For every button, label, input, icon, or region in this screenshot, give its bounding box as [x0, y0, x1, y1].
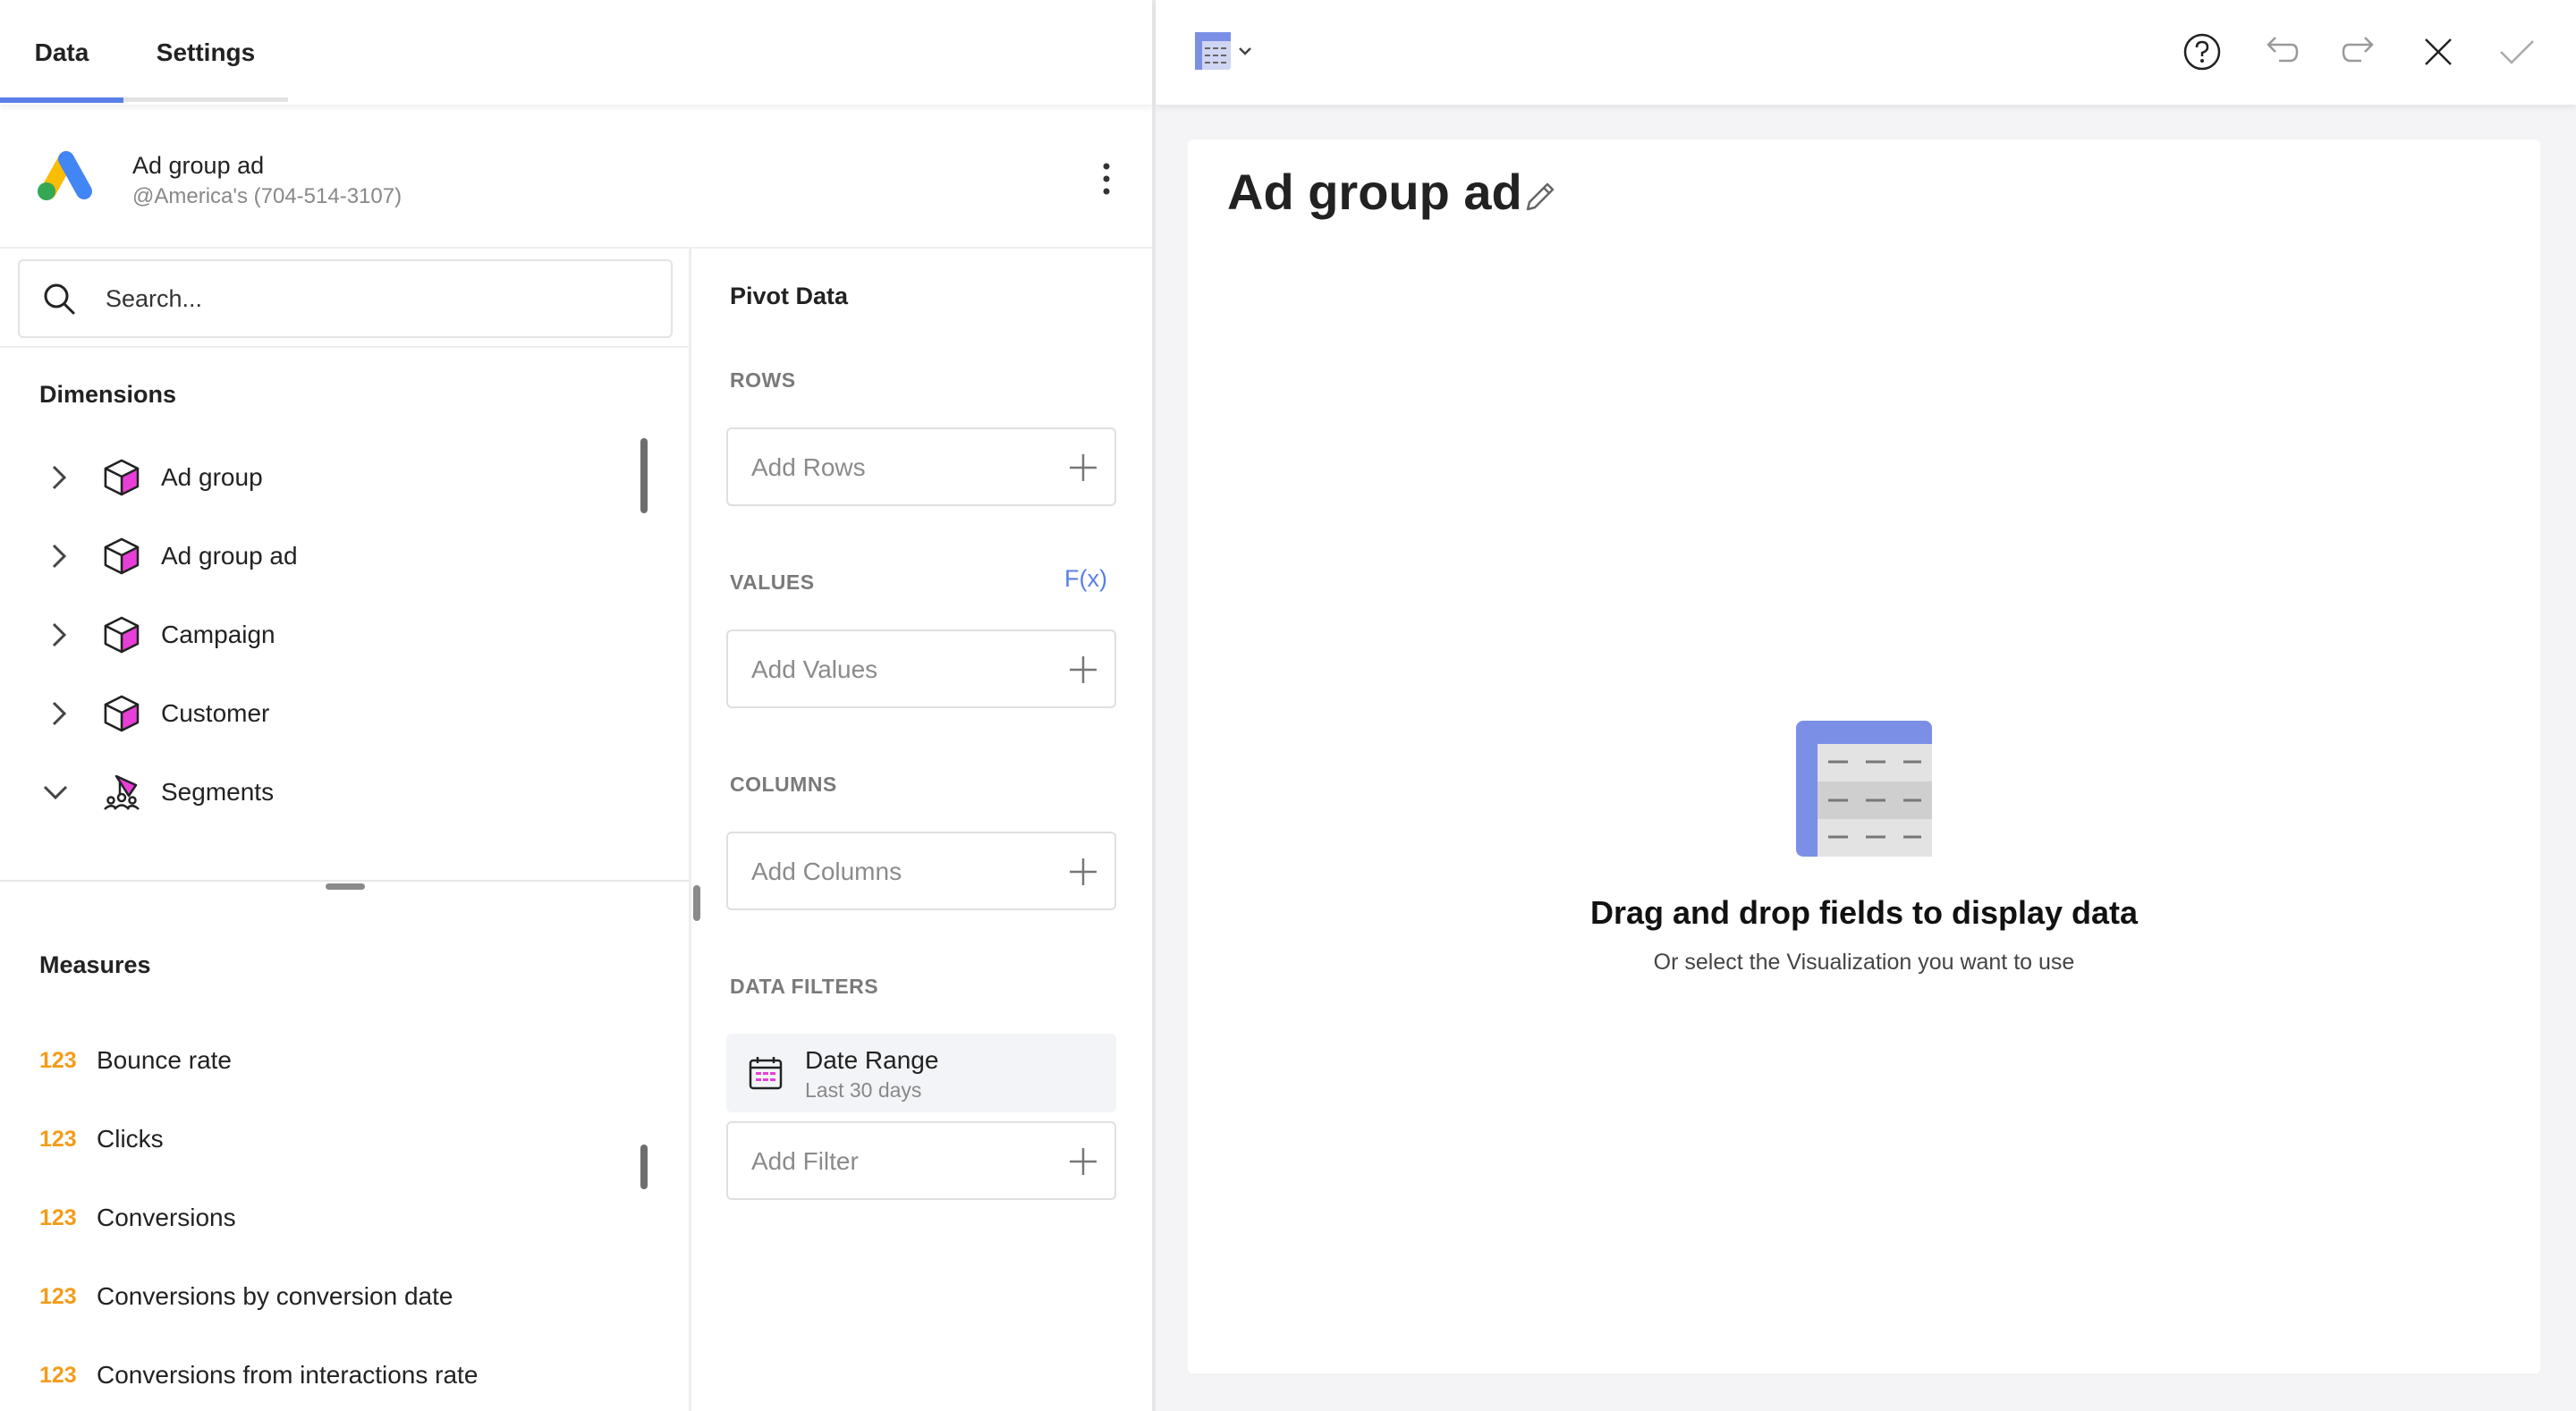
dimension-label: Segments [161, 778, 275, 806]
measure-label: Conversions [97, 1204, 236, 1231]
plus-icon[interactable] [1068, 655, 1098, 685]
chevron-right-icon[interactable] [45, 697, 72, 730]
help-icon[interactable] [2182, 32, 2222, 72]
tab-bar: Data Settings [0, 0, 1154, 105]
add-values-label: Add Values [751, 655, 878, 683]
edit-pencil-icon[interactable] [1521, 177, 1560, 216]
resize-handle[interactable] [326, 883, 365, 890]
empty-state-subtitle: Or select the Visualization you want to … [1653, 950, 2075, 975]
column-resize-handle[interactable] [693, 885, 700, 921]
add-filter-label: Add Filter [751, 1147, 859, 1175]
dimensions-heading: Dimensions [39, 381, 177, 408]
dimension-label: Ad group ad [161, 542, 298, 570]
add-filter-dropzone[interactable]: Add Filter [726, 1121, 1116, 1200]
measures-heading: Measures [39, 951, 151, 978]
redo-icon[interactable] [2340, 32, 2379, 72]
active-tab-indicator [0, 97, 123, 103]
measure-label: Bounce rate [97, 1046, 232, 1074]
numeric-type-badge: 123 [39, 1205, 77, 1230]
dimension-item-campaign[interactable]: Campaign [0, 596, 689, 674]
search-field[interactable] [18, 259, 673, 338]
numeric-type-badge: 123 [39, 1127, 77, 1152]
plus-icon[interactable] [1068, 857, 1098, 887]
data-source-title: Ad group ad [132, 152, 265, 179]
table-placeholder-icon [1796, 721, 1932, 857]
add-values-dropzone[interactable]: Add Values [726, 629, 1116, 708]
date-range-title: Date Range [805, 1046, 939, 1074]
segments-icon [104, 774, 140, 810]
chevron-down-icon[interactable] [41, 776, 68, 808]
measure-item[interactable]: 123 Conversions by conversion date [0, 1257, 689, 1336]
dimension-item-segments[interactable]: Segments [0, 753, 689, 832]
visualization-toolbar [1156, 0, 2576, 105]
date-range-filter[interactable]: Date Range Last 30 days [726, 1034, 1116, 1112]
search-icon [44, 283, 75, 315]
cube-icon [104, 537, 140, 575]
chevron-right-icon[interactable] [45, 540, 72, 572]
divider [0, 346, 689, 348]
measure-item[interactable]: 123 Conversions [0, 1179, 689, 1257]
data-filters-caption: DATA FILTERS [730, 975, 879, 998]
measure-label: Conversions by conversion date [97, 1282, 453, 1310]
dimension-label: Campaign [161, 621, 275, 648]
dimension-label: Customer [161, 699, 270, 727]
add-columns-label: Add Columns [751, 858, 902, 885]
data-source-header: Ad group ad @America's (704-514-3107) [0, 116, 1154, 249]
confirm-check-icon[interactable] [2497, 32, 2537, 72]
cube-icon [104, 695, 140, 732]
undo-icon[interactable] [2261, 32, 2301, 72]
data-source-account: @America's (704-514-3107) [132, 184, 402, 208]
values-caption: VALUES [730, 570, 815, 594]
dimensions-scrollbar[interactable] [640, 438, 648, 513]
tab-track [123, 97, 288, 102]
date-range-value: Last 30 days [805, 1078, 922, 1102]
tab-data[interactable]: Data [0, 0, 123, 105]
plus-icon[interactable] [1068, 1146, 1098, 1177]
cube-icon [104, 616, 140, 654]
numeric-type-badge: 123 [39, 1363, 77, 1388]
google-ads-logo-icon [38, 151, 92, 200]
visualization-title[interactable]: Ad group ad [1227, 163, 1522, 221]
chevron-right-icon[interactable] [45, 619, 72, 651]
tab-settings[interactable]: Settings [134, 0, 277, 105]
add-rows-dropzone[interactable]: Add Rows [726, 427, 1116, 506]
empty-state-title: Drag and drop fields to display data [1589, 894, 2139, 931]
rows-caption: ROWS [730, 368, 796, 392]
add-columns-dropzone[interactable]: Add Columns [726, 832, 1116, 910]
numeric-type-badge: 123 [39, 1048, 77, 1073]
pivot-heading: Pivot Data [730, 283, 849, 309]
column-divider [689, 249, 691, 1411]
formula-button[interactable]: F(x) [1064, 565, 1107, 593]
dimension-item-ad-group[interactable]: Ad group [0, 438, 689, 517]
divider [0, 880, 689, 882]
measure-item[interactable]: 123 Bounce rate [0, 1021, 689, 1100]
dimension-item-ad-group-ad[interactable]: Ad group ad [0, 517, 689, 596]
measure-label: Clicks [97, 1125, 164, 1153]
dimension-label: Ad group [161, 463, 263, 491]
measure-item[interactable]: 123 Conversions from interactions rate [0, 1336, 689, 1411]
cube-icon [104, 459, 140, 496]
plus-icon[interactable] [1068, 452, 1098, 483]
search-input[interactable] [106, 277, 642, 320]
measure-label: Conversions from interactions rate [97, 1361, 479, 1389]
visualization-picker-icon[interactable] [1193, 30, 1259, 73]
measure-item[interactable]: 123 Clicks [0, 1100, 689, 1179]
columns-caption: COLUMNS [730, 773, 837, 796]
numeric-type-badge: 123 [39, 1284, 77, 1309]
chevron-right-icon[interactable] [45, 461, 72, 494]
measures-scrollbar[interactable] [640, 1145, 648, 1189]
calendar-icon [749, 1057, 783, 1090]
visualization-canvas: Ad group ad Drag and drop fields to disp… [1188, 139, 2540, 1373]
add-rows-label: Add Rows [751, 453, 866, 481]
close-icon[interactable] [2419, 32, 2458, 72]
more-options-icon[interactable] [1093, 159, 1120, 199]
dimension-item-customer[interactable]: Customer [0, 674, 689, 753]
